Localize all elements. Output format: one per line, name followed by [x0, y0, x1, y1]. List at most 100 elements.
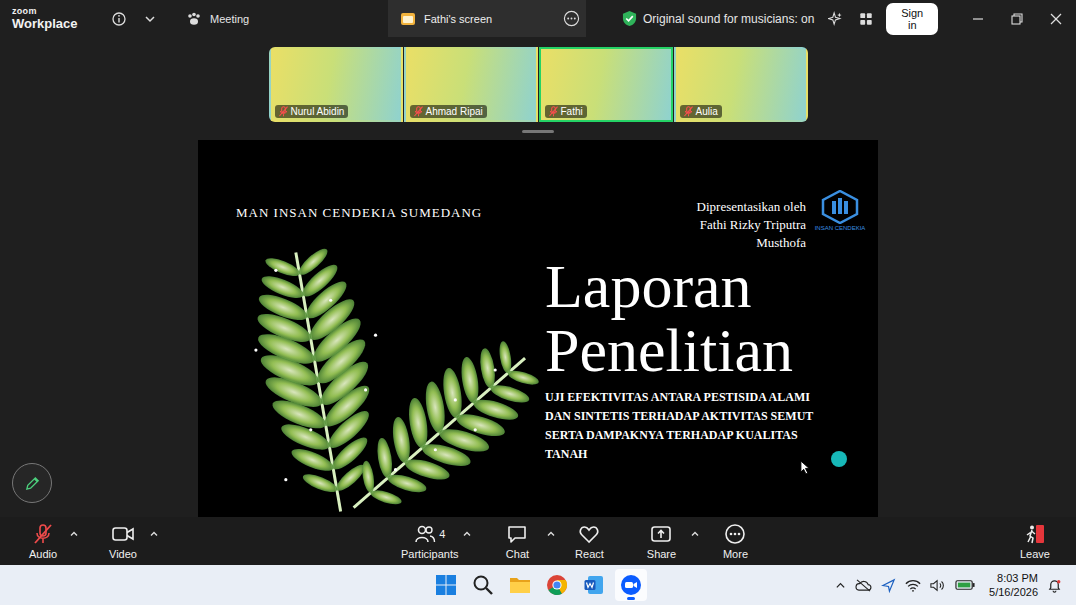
toolbar-center: 4 Participants Chat React Share More [401, 523, 760, 560]
more-options-icon[interactable] [563, 10, 580, 27]
drag-handle[interactable] [522, 130, 554, 133]
meeting-menu[interactable]: Meeting [186, 11, 249, 27]
chevron-up-icon[interactable] [546, 529, 556, 539]
participant-tile[interactable]: Nurul Abidin [269, 47, 403, 122]
presenter-line: Dipresentasikan oleh [697, 198, 806, 216]
clock-time: 8:03 PM [997, 571, 1038, 585]
presenter-line: Fathi Rizky Triputra [697, 216, 806, 234]
logo-top: zoom [12, 7, 90, 16]
subtitle-line: DAN SINTETIS TERHADAP AKTIVITAS SEMUT [545, 407, 864, 426]
info-icon[interactable] [112, 12, 126, 26]
zoom-logo: zoomWorkplace [12, 7, 90, 30]
taskbar-app[interactable] [578, 569, 610, 601]
meeting-stage: Nurul Abidin Ahmad Ripai Fathi Aulia MAN INS… [0, 37, 1076, 517]
word-icon [583, 574, 605, 596]
participant-label: Ahmad Ripai [410, 105, 487, 118]
apps-grid-icon[interactable] [859, 11, 873, 27]
chat-bubble-icon [506, 523, 528, 545]
video-button[interactable]: Video [101, 523, 145, 560]
windows-start-icon [435, 574, 457, 596]
chevron-up-icon[interactable] [69, 529, 79, 539]
pointer-dot [831, 451, 847, 467]
search-icon [472, 574, 494, 596]
participants-icon [414, 523, 436, 545]
chevron-up-icon[interactable] [149, 529, 159, 539]
shared-slide: MAN INSAN CENDEKIA SUMEDANGDipresentasik… [198, 140, 878, 517]
tab-title: Fathi's screen [424, 13, 492, 25]
school-logo: INSAN CENDEKIA [816, 190, 864, 231]
wifi-icon[interactable] [905, 579, 921, 592]
onedrive-offline-icon[interactable] [855, 579, 872, 592]
taskbar-app[interactable] [541, 569, 573, 601]
mic-off-icon [549, 106, 558, 117]
camera-icon [111, 523, 135, 545]
notification-bell-icon[interactable] [1047, 578, 1062, 593]
toolbar-icon-wrap [506, 523, 528, 545]
annotate-button[interactable] [12, 463, 52, 503]
participant-name: Ahmad Ripai [426, 106, 483, 117]
chevron-up-icon[interactable] [690, 529, 700, 539]
toolbar-label: More [723, 548, 748, 560]
taskbar-app[interactable] [615, 569, 647, 601]
slide-titles: LaporanPenelitianUJI EFEKTIVITAS ANTARA … [545, 240, 864, 517]
school-emblem-icon [820, 190, 860, 224]
folder-icon [509, 574, 531, 596]
taskbar-app[interactable] [467, 569, 499, 601]
taskbar-apps [430, 569, 647, 601]
mic-off-icon [279, 106, 288, 117]
mouse-cursor-icon [800, 460, 811, 475]
subtitle-line: SERTA DAMPAKNYA TERHADAP KUALITAS [545, 426, 864, 445]
window-controls [972, 13, 1076, 25]
fern-illustration [236, 240, 545, 517]
logo-bottom: Workplace [12, 17, 90, 30]
toolbar-icon-wrap: 4 [414, 523, 445, 545]
audio-button[interactable]: Audio [21, 523, 65, 560]
chevron-up-icon[interactable] [462, 529, 472, 539]
minimize-icon[interactable] [972, 13, 984, 25]
participant-label: Nurul Abidin [275, 105, 349, 118]
toolbar-icon-wrap [578, 523, 600, 545]
close-icon[interactable] [1050, 13, 1062, 25]
toolbar-button[interactable]: More [710, 523, 760, 560]
participant-name: Fathi [561, 106, 583, 117]
title-bar-left: zoomWorkplace Meeting [0, 7, 388, 30]
toolbar-left: Audio Video [0, 523, 401, 560]
screen-tab[interactable]: Fathi's screen [388, 0, 586, 37]
more-icon [724, 523, 746, 545]
toolbar-button[interactable]: 4 Participants [401, 523, 458, 560]
toolbar-label: Participants [401, 548, 458, 560]
toolbar-button[interactable]: Chat [492, 523, 542, 560]
toolbar-icon-wrap [724, 523, 746, 545]
leave-button[interactable]: Leave [1013, 523, 1057, 560]
meeting-toolbar: Audio Video 4 Participants Chat React Share Mor… [0, 517, 1076, 565]
presenter-text: Dipresentasikan olehFathi Rizky Triputra… [697, 198, 806, 252]
audio-label: Audio [29, 548, 57, 560]
shield-check-icon [622, 10, 637, 27]
presenter-block: Dipresentasikan olehFathi Rizky Triputra… [697, 188, 864, 252]
battery-icon[interactable] [955, 579, 976, 591]
logo-caption: INSAN CENDEKIA [815, 225, 866, 231]
windows-taskbar: 8:03 PM5/16/2026 [0, 565, 1076, 605]
toolbar-label: React [575, 548, 604, 560]
slide-title-line: Penelitian [545, 318, 864, 382]
chevron-down-icon[interactable] [144, 13, 156, 25]
participant-tile[interactable]: Ahmad Ripai [404, 47, 538, 122]
participant-tile[interactable]: Aulia [674, 47, 808, 122]
participant-tile[interactable]: Fathi [539, 47, 673, 122]
taskbar-app[interactable] [504, 569, 536, 601]
taskbar-app[interactable] [430, 569, 462, 601]
participant-strip: Nurul Abidin Ahmad Ripai Fathi Aulia [269, 47, 808, 122]
sign-in-button[interactable]: Sign in [886, 3, 938, 35]
restore-icon[interactable] [1011, 13, 1023, 25]
toolbar-button[interactable]: Share [636, 523, 686, 560]
tray-chevron-icon[interactable] [835, 580, 846, 591]
taskbar-clock[interactable]: 8:03 PM5/16/2026 [989, 571, 1038, 599]
sparkle-icon[interactable] [828, 11, 842, 27]
audio-status[interactable]: Original sound for musicians: on [622, 10, 814, 27]
toolbar-label: Share [647, 548, 676, 560]
toolbar-button[interactable]: React [564, 523, 614, 560]
location-icon[interactable] [881, 578, 896, 593]
volume-icon[interactable] [930, 579, 946, 592]
mic-muted-icon [32, 523, 54, 545]
shared-window-icon [400, 12, 416, 26]
